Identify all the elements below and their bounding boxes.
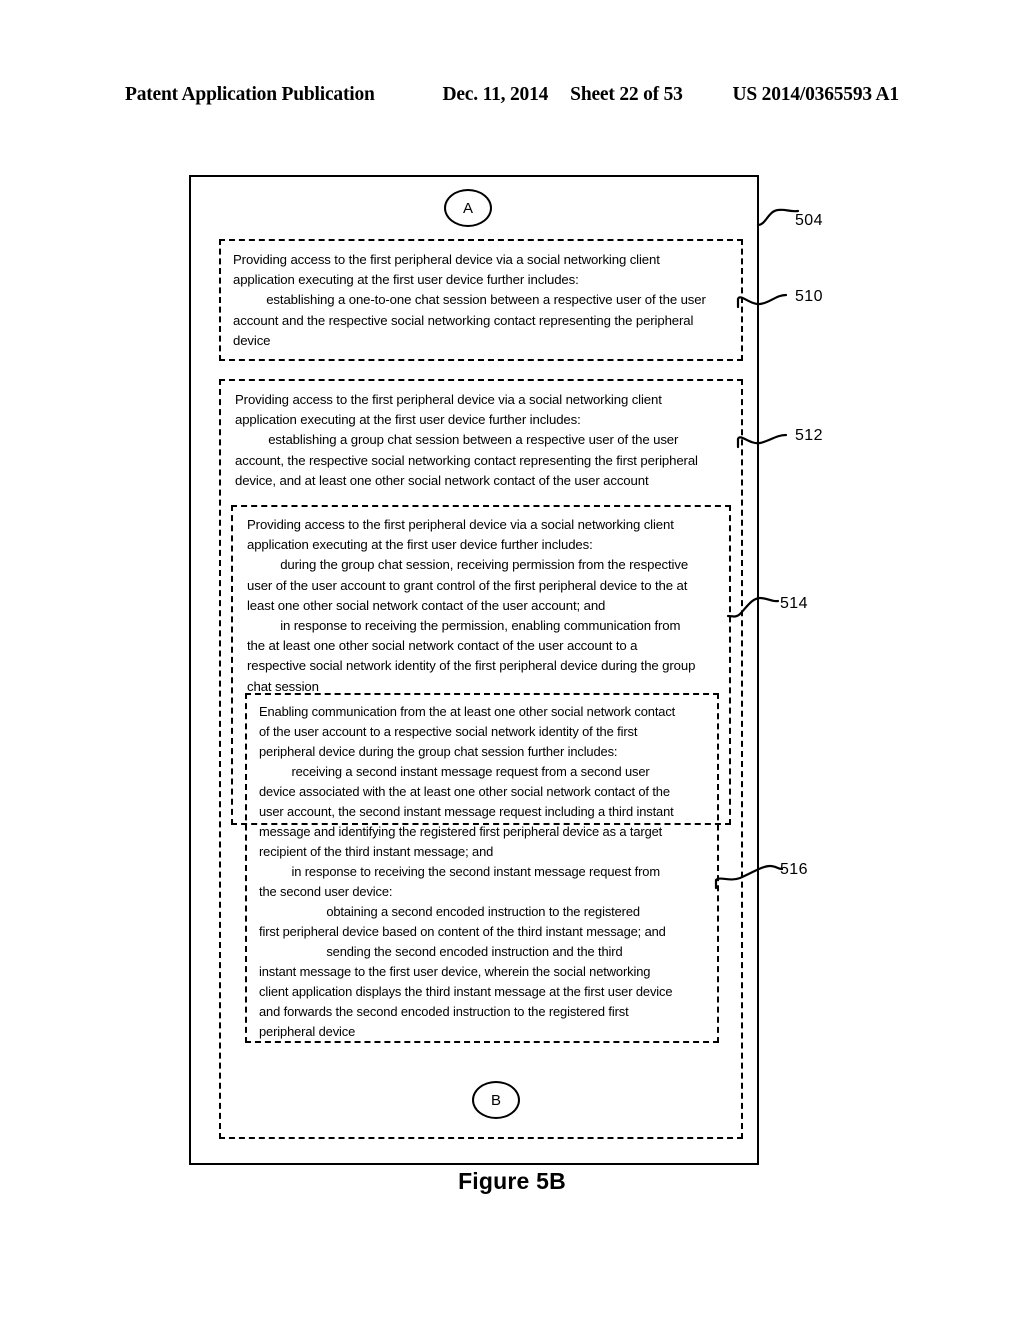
step-box-510: Providing access to the first peripheral… (219, 239, 743, 361)
ref-number-510: 510 (795, 288, 823, 305)
step-514-text: Providing access to the first peripheral… (247, 517, 696, 694)
ref-number-514: 514 (780, 595, 808, 612)
step-510-text: Providing access to the first peripheral… (233, 252, 706, 348)
figure-caption: Figure 5B (458, 1168, 566, 1194)
step-box-514: Providing access to the first peripheral… (231, 505, 731, 1043)
page-header: Patent Application Publication Dec. 11, … (125, 84, 899, 106)
connector-circle-b: B (472, 1081, 520, 1119)
connector-b-label: B (490, 1091, 501, 1109)
ref-number-504: 504 (795, 212, 823, 229)
publication-label: Patent Application Publication (125, 84, 375, 105)
publication-date: Dec. 11, 2014 (442, 84, 549, 105)
connector-circle-a: A (444, 189, 492, 227)
step-box-512: Providing access to the first peripheral… (219, 379, 743, 1139)
connector-a-label: A (462, 199, 473, 217)
sheet-number: Sheet 22 of 53 (570, 84, 683, 105)
step-512-text: Providing access to the first peripheral… (235, 392, 698, 488)
ref-number-512: 512 (795, 427, 823, 444)
ref-number-516: 516 (780, 861, 808, 878)
figure-outer-box-504: A Providing access to the first peripher… (189, 175, 759, 1165)
step-516-text: Enabling communication from the at least… (259, 704, 676, 1039)
step-box-516: Enabling communication from the at least… (245, 693, 719, 1043)
patent-number: US 2014/0365593 A1 (732, 84, 899, 105)
